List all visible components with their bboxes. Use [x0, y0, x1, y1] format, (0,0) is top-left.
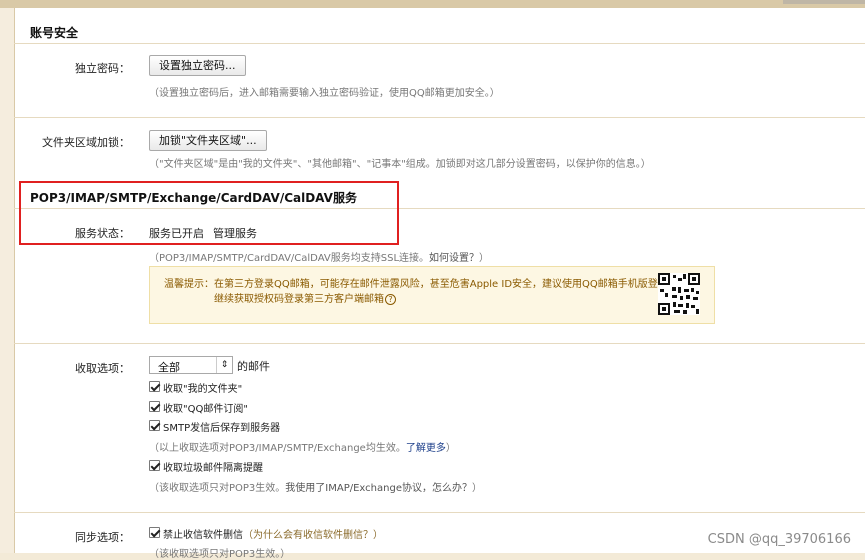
- spam-reminder-checkbox[interactable]: [149, 460, 160, 471]
- updown-arrow-icon: ⇕: [216, 357, 232, 373]
- forbid-delete-checkbox[interactable]: [149, 527, 160, 538]
- receive-qq-subscription-checkbox[interactable]: [149, 401, 160, 412]
- highlight-box: [19, 181, 399, 245]
- smtp-save-checkbox[interactable]: [149, 420, 160, 431]
- sync-options-label: 同步选项：: [10, 529, 130, 545]
- receive-options-note: （以上收取选项对POP3/IMAP/SMTP/Exchange均生效。了解更多）: [149, 439, 456, 454]
- set-independent-password-button[interactable]: 设置独立密码...: [149, 55, 246, 76]
- receive-scope-suffix: 的邮件: [237, 358, 270, 374]
- receive-my-folder-label: 收取"我的文件夹": [163, 380, 242, 395]
- folder-lock-hint: （"文件夹区域"是由"我的文件夹"、"其他邮箱"、"记事本"组成。加锁即对这几部…: [149, 155, 651, 170]
- imap-exchange-link[interactable]: 我使用了IMAP/Exchange协议，怎么办？: [285, 483, 472, 494]
- section-title-account-security: 账号安全: [30, 24, 78, 41]
- divider: [14, 512, 865, 513]
- receive-scope-select[interactable]: 全部 ⇕: [149, 356, 233, 374]
- why-delete-link[interactable]: 为什么会有收信软件删信？: [253, 530, 373, 541]
- receive-scope-value: 全部: [158, 359, 180, 375]
- folder-lock-label: 文件夹区域加锁：: [10, 134, 130, 150]
- warning-text-line2: 继续获取授权码登录第三方客户端邮箱?: [214, 290, 396, 305]
- pop3-only-note: （该收取选项只对POP3生效。我使用了IMAP/Exchange协议，怎么办？）: [149, 479, 482, 494]
- watermark: CSDN @qq_39706166: [708, 532, 851, 547]
- left-stripe: [0, 8, 14, 553]
- divider: [14, 43, 865, 44]
- receive-my-folder-checkbox[interactable]: [149, 381, 160, 392]
- ssl-hint: （POP3/IMAP/SMTP/CardDAV/CalDAV服务均支持SSL连接…: [149, 249, 489, 264]
- receive-qq-subscription-label: 收取"QQ邮件订阅": [163, 400, 248, 415]
- smtp-save-label: SMTP发信后保存到服务器: [163, 419, 280, 434]
- warning-text-line1: 温馨提示：在第三方登录QQ邮箱，可能存在邮件泄露风险，甚至危害Apple ID安…: [164, 275, 678, 290]
- top-bar: [0, 0, 865, 8]
- independent-password-label: 独立密码：: [10, 60, 130, 76]
- qr-code-icon: [658, 273, 700, 315]
- tab-fragment: [783, 0, 865, 4]
- divider: [14, 117, 865, 118]
- independent-password-hint: （设置独立密码后，进入邮箱需要输入独立密码验证，使用QQ邮箱更加安全。）: [149, 84, 500, 99]
- warning-box: 温馨提示：在第三方登录QQ邮箱，可能存在邮件泄露风险，甚至危害Apple ID安…: [149, 266, 715, 324]
- spam-reminder-label: 收取垃圾邮件隔离提醒: [163, 459, 263, 474]
- learn-more-link[interactable]: 了解更多: [406, 443, 446, 454]
- lock-folder-area-button[interactable]: 加锁"文件夹区域"...: [149, 130, 267, 151]
- forbid-delete-label: 禁止收信软件删信（为什么会有收信软件删信？）: [163, 526, 383, 541]
- question-circle-icon[interactable]: ?: [385, 294, 396, 305]
- receive-options-label: 收取选项：: [10, 360, 130, 376]
- divider: [14, 343, 865, 344]
- how-to-set-link[interactable]: 如何设置？: [429, 253, 479, 264]
